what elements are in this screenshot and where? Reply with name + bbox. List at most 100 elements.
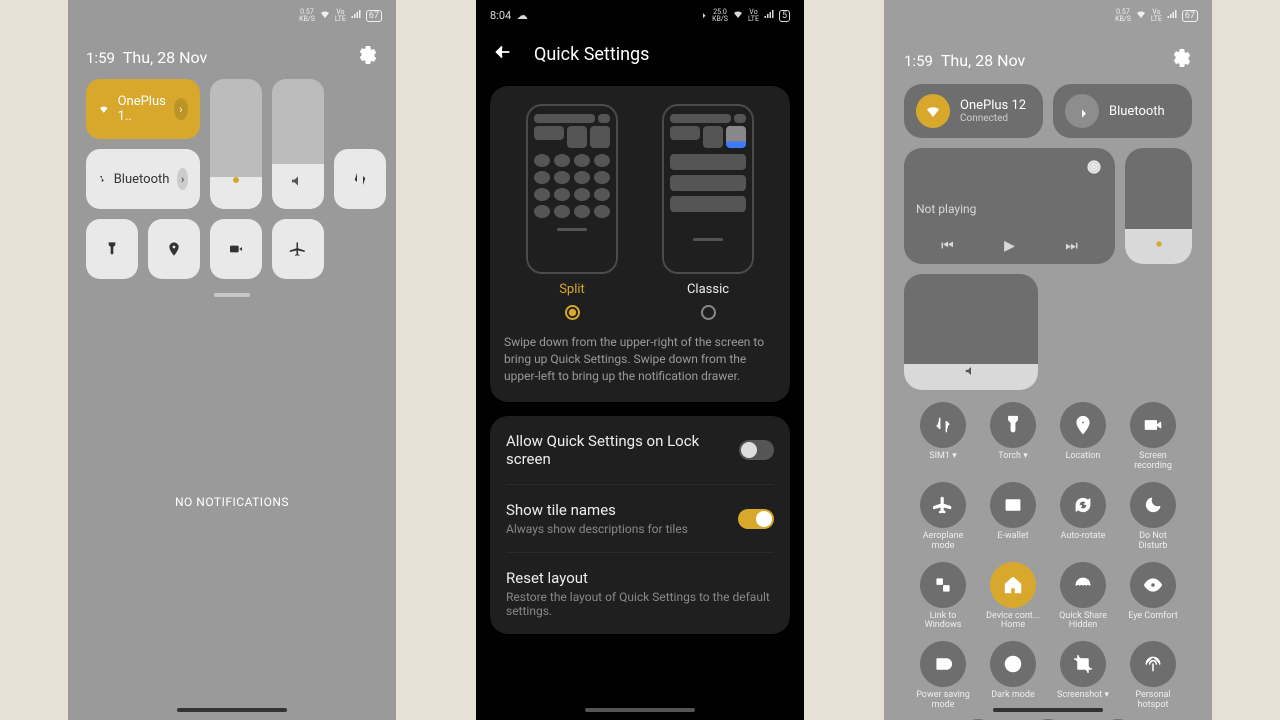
qs-tile-label: Eye Comfort <box>1128 612 1178 622</box>
navbar-pill[interactable] <box>585 708 695 712</box>
qs-tile-torch[interactable]: Torch ▾ <box>985 402 1041 472</box>
qs-tile-label: Personalhotspot <box>1135 691 1170 711</box>
torch-tile[interactable] <box>86 219 138 279</box>
quick-settings-config-phone: 8:04 ☁ 25.0KB/S VoLTE 5 Quick Settings <box>476 0 804 720</box>
media-card[interactable]: Not playing ⏮ ▶ ⏭ <box>904 148 1115 264</box>
classic-mode-label: Classic <box>662 282 754 297</box>
classic-radio[interactable] <box>701 305 716 320</box>
settings-gear-icon[interactable] <box>1172 48 1192 72</box>
drag-handle[interactable] <box>214 293 250 297</box>
bluetooth-card[interactable]: Bluetooth <box>1053 84 1192 138</box>
share-icon <box>1060 562 1106 608</box>
rotate-icon <box>1060 482 1106 528</box>
wifi-icon <box>916 94 950 128</box>
qs-tile-label: Torch ▾ <box>998 452 1027 462</box>
plane-icon <box>920 482 966 528</box>
prev-track-icon[interactable]: ⏮ <box>941 238 954 254</box>
qs-tile-label: Auto-rotate <box>1061 532 1106 542</box>
qs-tile-wallet[interactable]: E-wallet <box>985 482 1041 552</box>
wifi-tile[interactable]: OnePlus 1.. › <box>86 79 200 139</box>
qs-tile-label: Link toWindows <box>925 612 962 632</box>
qs-tile-air[interactable]: Aeroplanemode <box>915 482 971 552</box>
qs-tile-label: Quick ShareHidden <box>1059 612 1107 632</box>
classic-mode-option[interactable]: Classic <box>662 104 754 320</box>
reset-row[interactable]: Reset layout Restore the layout of Quick… <box>506 552 774 634</box>
split-mode-option[interactable]: Split <box>526 104 618 320</box>
layout-style-card: Split Classic Swipe down from the upper-… <box>490 86 790 402</box>
bluetooth-icon <box>1065 94 1099 128</box>
navbar-pill[interactable] <box>993 708 1103 712</box>
page-title: Quick Settings <box>534 44 649 65</box>
mobile-data-tile[interactable] <box>334 149 386 209</box>
time-date: 1:59 Thu, 28 Nov <box>86 48 207 67</box>
volume-slider[interactable] <box>904 274 1038 390</box>
bluetooth-tile-label: Bluetooth <box>114 172 170 187</box>
qs-tile-eye[interactable]: Eye Comfort <box>1125 562 1181 632</box>
notification-shade-phone: 0.57KB/S VoLTE 67 1:59 Thu, 28 Nov OnePl… <box>68 0 396 720</box>
qs-tile-label: Dark mode <box>991 691 1035 701</box>
split-radio[interactable] <box>565 305 580 320</box>
brightness-icon <box>227 171 245 201</box>
qs-tile-pwr[interactable]: Power savingmode <box>915 641 971 711</box>
brightness-icon <box>1151 236 1167 256</box>
show-names-row[interactable]: Show tile names Always show descriptions… <box>506 484 774 552</box>
signal-icon <box>350 8 362 23</box>
not-playing-text: Not playing <box>916 202 1103 216</box>
qs-tile-label: Device cont...Home <box>986 612 1040 632</box>
qs-tile-rec[interactable]: Screenrecording <box>1125 402 1181 472</box>
status-bar: 8:04 ☁ 25.0KB/S VoLTE 5 <box>476 0 804 23</box>
status-bar: 0.57KB/S VoLTE 67 <box>68 0 396 23</box>
qs-tile-sim[interactable]: SIM1 ▾ <box>915 402 971 472</box>
no-notifications-text: NO NOTIFICATIONS <box>68 495 396 509</box>
lockscreen-toggle[interactable] <box>739 440 774 460</box>
chevron-right-icon[interactable]: › <box>177 168 188 190</box>
lockscreen-row[interactable]: Allow Quick Settings on Lock screen <box>506 416 774 484</box>
qs-tile-label: SIM1 ▾ <box>929 452 956 462</box>
cloud-icon: ☁ <box>517 9 528 22</box>
link-icon <box>920 562 966 608</box>
signal-icon <box>763 8 775 23</box>
bluetooth-tile[interactable]: Bluetooth › <box>86 149 200 209</box>
settings-gear-icon[interactable] <box>358 45 378 69</box>
status-bar: 0.57KB/S VoLTE 67 <box>884 0 1212 23</box>
expanded-qs-phone: 0.57KB/S VoLTE 67 1:59 Thu, 28 Nov OnePl… <box>884 0 1212 720</box>
swap-icon <box>920 402 966 448</box>
navbar-pill[interactable] <box>177 708 287 712</box>
qs-tile-shot[interactable]: Screenshot ▾ <box>1055 641 1111 711</box>
crop-icon <box>1060 641 1106 687</box>
wifi-status-icon <box>1135 8 1147 23</box>
location-tile[interactable] <box>148 219 200 279</box>
qs-tile-link[interactable]: Link toWindows <box>915 562 971 632</box>
wifi-status-icon <box>732 8 744 23</box>
qs-tile-rot[interactable]: Auto-rotate <box>1055 482 1111 552</box>
qs-tile-loc[interactable]: Location <box>1055 402 1111 472</box>
volume-slider[interactable] <box>272 79 324 209</box>
volume-icon <box>290 173 306 201</box>
cam-icon <box>1130 402 1176 448</box>
qs-tile-label: Do NotDisturb <box>1139 532 1168 552</box>
pin-icon <box>1060 402 1106 448</box>
qs-tile-label: E-wallet <box>997 532 1028 542</box>
qs-tile-share[interactable]: Quick ShareHidden <box>1055 562 1111 632</box>
next-track-icon[interactable]: ⏭ <box>1065 238 1078 254</box>
brightness-slider[interactable] <box>1125 148 1192 264</box>
half-icon <box>990 641 1036 687</box>
cast-icon[interactable] <box>1085 161 1103 180</box>
qs-tile-dnd[interactable]: Do NotDisturb <box>1125 482 1181 552</box>
chevron-right-icon[interactable]: › <box>174 98 188 120</box>
qs-tile-dark[interactable]: Dark mode <box>985 641 1041 711</box>
moon-icon <box>1130 482 1176 528</box>
qs-tile-hot[interactable]: Personalhotspot <box>1125 641 1181 711</box>
show-names-toggle[interactable] <box>738 509 774 529</box>
airplane-tile[interactable] <box>272 219 324 279</box>
qs-tile-dev[interactable]: Device cont...Home <box>985 562 1041 632</box>
signal-icon <box>1130 641 1176 687</box>
bluetooth-status-icon <box>698 9 708 22</box>
back-arrow-icon[interactable] <box>492 41 514 68</box>
play-icon[interactable]: ▶ <box>1004 238 1015 254</box>
screen-record-tile[interactable] <box>210 219 262 279</box>
wifi-card[interactable]: OnePlus 12 Connected <box>904 84 1043 138</box>
wifi-status-icon <box>319 8 331 23</box>
brightness-slider[interactable] <box>210 79 262 209</box>
layout-description: Swipe down from the upper-right of the s… <box>504 334 776 384</box>
